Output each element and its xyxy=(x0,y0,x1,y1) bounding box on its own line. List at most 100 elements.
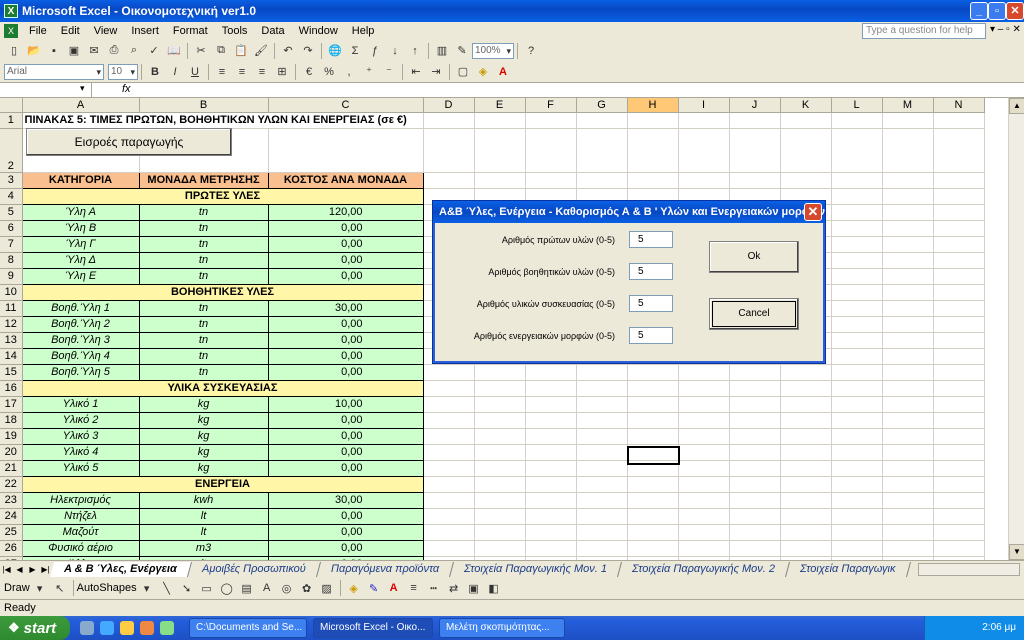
empty-cell[interactable] xyxy=(933,380,985,397)
row-header[interactable]: 17 xyxy=(0,396,23,413)
cell-unit[interactable]: tn xyxy=(138,315,269,333)
empty-cell[interactable] xyxy=(831,300,883,317)
empty-cell[interactable] xyxy=(882,300,934,317)
empty-cell[interactable] xyxy=(423,460,475,477)
increase-decimal-icon[interactable]: ⁺ xyxy=(360,63,378,81)
empty-cell[interactable] xyxy=(882,252,934,269)
row-header[interactable]: 21 xyxy=(0,460,23,477)
section-header[interactable]: ΕΝΕΡΓΕΙΑ xyxy=(21,475,424,493)
ok-button[interactable]: Ok xyxy=(709,241,799,273)
menu-insert[interactable]: Insert xyxy=(124,25,166,37)
empty-cell[interactable] xyxy=(882,524,934,541)
header-cost[interactable]: ΚΟΣΤΟΣ ΑΝΑ ΜΟΝΑΔΑ xyxy=(267,171,424,189)
scroll-down-icon[interactable]: ▼ xyxy=(1009,544,1024,560)
row-header[interactable]: 19 xyxy=(0,428,23,445)
empty-cell[interactable] xyxy=(627,428,679,445)
empty-cell[interactable] xyxy=(933,188,985,205)
column-header[interactable]: M xyxy=(882,98,934,113)
clock[interactable]: 2:06 μμ xyxy=(982,622,1016,633)
cell-unit[interactable]: tn xyxy=(138,299,269,317)
row-header[interactable]: 6 xyxy=(0,220,23,237)
oval-icon[interactable]: ◯ xyxy=(218,579,236,597)
empty-cell[interactable] xyxy=(831,396,883,413)
tab-materials-energy[interactable]: Α & Β Ύλες, Ενέργεια xyxy=(49,561,192,577)
empty-cell[interactable] xyxy=(729,508,781,525)
row-header[interactable]: 22 xyxy=(0,476,23,493)
section-header[interactable]: ΠΡΩΤΕΣ ΥΛΕΣ xyxy=(21,187,424,205)
cell-cost[interactable]: 10,00 xyxy=(267,395,424,413)
cell-cost[interactable]: 0,00 xyxy=(267,539,424,557)
line-style-icon[interactable]: ≡ xyxy=(405,579,423,597)
minimize-button[interactable]: _ xyxy=(970,2,988,20)
name-box[interactable] xyxy=(0,83,92,97)
empty-cell[interactable] xyxy=(576,492,628,509)
select-all-corner[interactable] xyxy=(0,98,23,113)
empty-cell[interactable] xyxy=(831,444,883,461)
row-header[interactable]: 13 xyxy=(0,332,23,349)
empty-cell[interactable] xyxy=(576,444,628,461)
empty-cell[interactable] xyxy=(831,380,883,397)
empty-cell[interactable] xyxy=(474,428,526,445)
quicklaunch-firefox-icon[interactable] xyxy=(140,621,154,635)
empty-cell[interactable] xyxy=(882,316,934,333)
empty-cell[interactable] xyxy=(729,492,781,509)
empty-cell[interactable] xyxy=(678,364,730,381)
decrease-decimal-icon[interactable]: ⁻ xyxy=(380,63,398,81)
empty-cell[interactable] xyxy=(525,508,577,525)
cell-cost[interactable]: 30,00 xyxy=(267,299,424,317)
empty-cell[interactable] xyxy=(780,460,832,477)
empty-cell[interactable] xyxy=(882,348,934,365)
menu-tools[interactable]: Tools xyxy=(215,25,255,37)
cell-category[interactable]: Μαζούτ xyxy=(21,523,140,541)
cell-cost[interactable]: 0,00 xyxy=(267,523,424,541)
empty-cell[interactable] xyxy=(882,332,934,349)
help-icon[interactable]: ? xyxy=(522,42,540,60)
draw-dropdown-icon[interactable]: ▾ xyxy=(31,579,49,597)
column-header[interactable]: C xyxy=(268,98,424,113)
cell-unit[interactable]: tn xyxy=(138,219,269,237)
permission-icon[interactable]: ▣ xyxy=(65,42,83,60)
empty-cell[interactable] xyxy=(933,220,985,237)
row-header[interactable]: 3 xyxy=(0,172,23,189)
empty-cell[interactable] xyxy=(423,524,475,541)
print-preview-icon[interactable]: ⌕ xyxy=(125,42,143,60)
cell-cost[interactable]: 0,00 xyxy=(267,411,424,429)
cell-unit[interactable]: tn xyxy=(138,251,269,269)
empty-cell[interactable] xyxy=(780,428,832,445)
cell-category[interactable]: Υλικό 4 xyxy=(21,443,140,461)
empty-cell[interactable] xyxy=(729,540,781,557)
picture-icon[interactable]: ▨ xyxy=(318,579,336,597)
empty-cell[interactable] xyxy=(882,236,934,253)
column-header[interactable]: F xyxy=(525,98,577,113)
row-header[interactable]: 2 xyxy=(0,128,23,173)
start-button[interactable]: ❖ start xyxy=(0,616,70,640)
empty-cell[interactable] xyxy=(831,540,883,557)
hyperlink-icon[interactable]: 🌐 xyxy=(326,42,344,60)
menu-file[interactable]: File xyxy=(22,25,54,37)
empty-cell[interactable] xyxy=(831,204,883,221)
empty-cell[interactable] xyxy=(576,540,628,557)
column-header[interactable]: K xyxy=(780,98,832,113)
font-color-draw-icon[interactable]: A xyxy=(385,579,403,597)
spelling-icon[interactable]: ✓ xyxy=(145,42,163,60)
column-header[interactable]: N xyxy=(933,98,985,113)
empty-cell[interactable] xyxy=(474,476,526,493)
menu-view[interactable]: View xyxy=(87,25,125,37)
borders-icon[interactable]: ▢ xyxy=(454,63,472,81)
cancel-button[interactable]: Cancel xyxy=(709,298,799,330)
tab-prev-icon[interactable]: ◀ xyxy=(13,565,26,574)
empty-cell[interactable] xyxy=(423,444,475,461)
cell-category[interactable]: Ύλη Β xyxy=(21,219,140,237)
font-size-select[interactable]: 10 xyxy=(108,63,138,80)
empty-cell[interactable] xyxy=(882,364,934,381)
cell-unit[interactable]: tn xyxy=(138,363,269,381)
doc-window-controls[interactable]: ▾ – ▫ ✕ xyxy=(990,24,1021,35)
empty-cell[interactable] xyxy=(525,492,577,509)
empty-cell[interactable] xyxy=(933,236,985,253)
column-header[interactable]: H xyxy=(627,98,679,113)
cell-cost[interactable]: 0,00 xyxy=(267,427,424,445)
empty-cell[interactable] xyxy=(423,476,475,493)
cell-cost[interactable]: 120,00 xyxy=(267,203,424,221)
cell-category[interactable]: Ύλη Ε xyxy=(21,267,140,285)
quicklaunch-desktop-icon[interactable] xyxy=(80,621,94,635)
